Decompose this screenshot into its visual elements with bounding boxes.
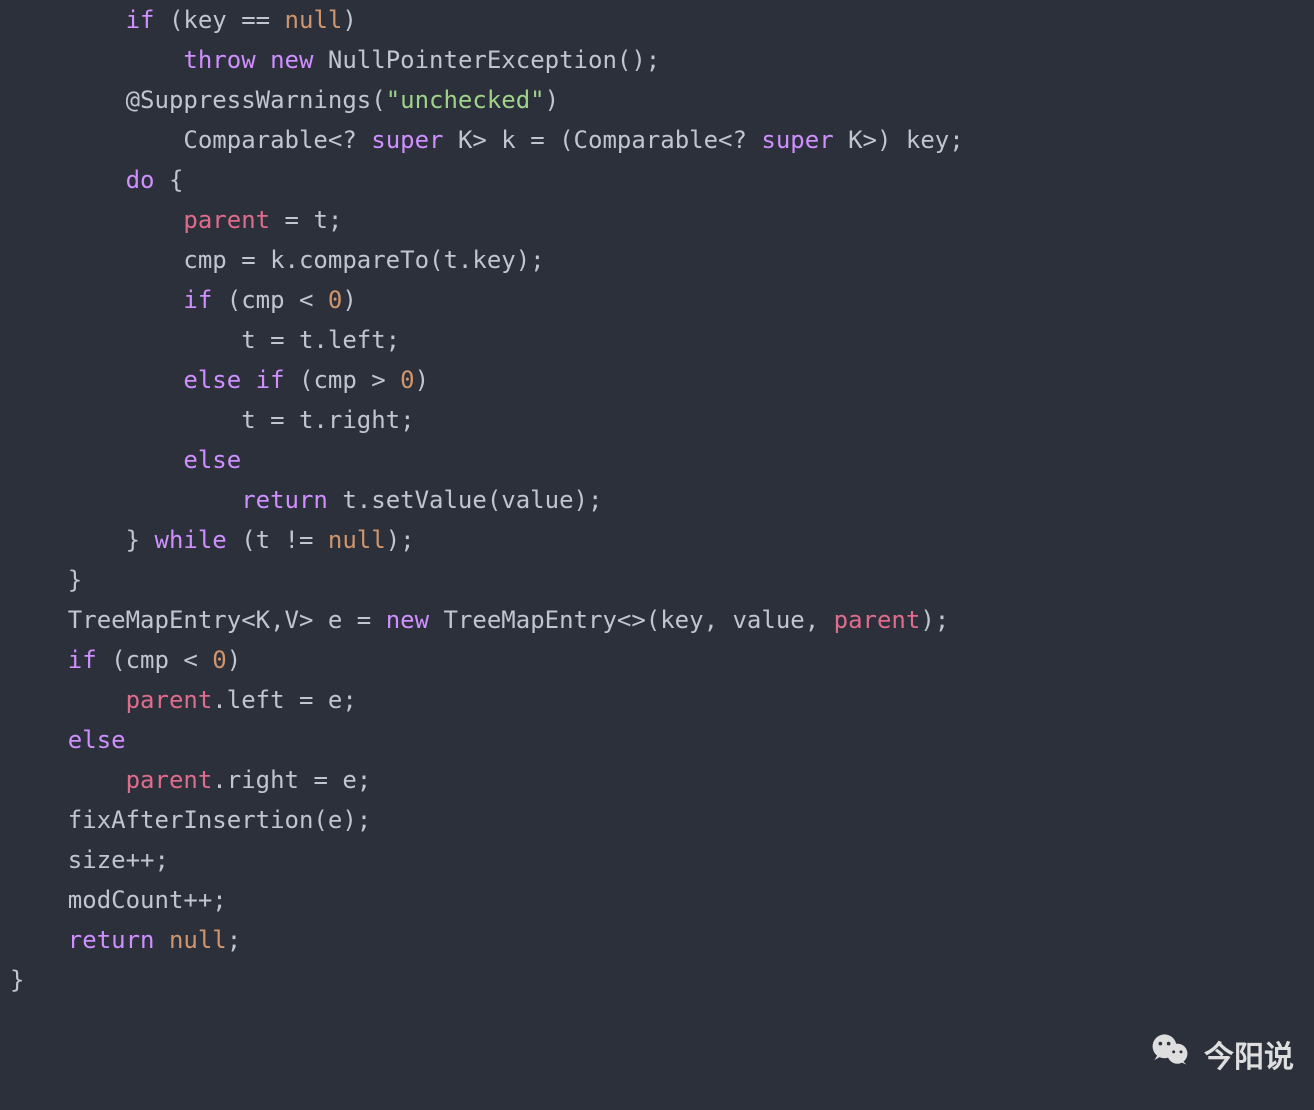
code-token-null: null xyxy=(285,6,343,34)
code-token-p: NullPointerException(); xyxy=(313,46,660,74)
code-token-p: (t != xyxy=(227,526,328,554)
code-token-p: modCount++; xyxy=(68,886,227,914)
code-token-kw: new xyxy=(270,46,313,74)
code-token-kw: else xyxy=(68,726,126,754)
code-line: throw new NullPointerException(); xyxy=(10,46,660,74)
code-token-p: ); xyxy=(386,526,415,554)
code-line: if (key == null) xyxy=(10,6,357,34)
code-token-kw: super xyxy=(371,126,443,154)
code-token-p: .left = e; xyxy=(212,686,357,714)
code-token-kw: return xyxy=(241,486,328,514)
code-line: cmp = k.compareTo(t.key); xyxy=(10,246,545,274)
wechat-icon xyxy=(1148,1028,1192,1080)
code-line: parent = t; xyxy=(10,206,342,234)
code-token-null: null xyxy=(169,926,227,954)
code-token-p: <K,V> e = xyxy=(241,606,386,634)
code-token-var: parent xyxy=(183,206,270,234)
code-line: TreeMapEntry<K,V> e = new TreeMapEntry<>… xyxy=(10,606,949,634)
code-token-str: "unchecked" xyxy=(386,86,545,114)
code-line: @SuppressWarnings("unchecked") xyxy=(10,86,559,114)
code-token-p: K>) key; xyxy=(834,126,964,154)
code-token-p: t = t.left; xyxy=(241,326,400,354)
code-line: parent.left = e; xyxy=(10,686,357,714)
code-token-num: 0 xyxy=(328,286,342,314)
code-token-p: cmp = k.compareTo(t.key); xyxy=(183,246,544,274)
code-token-p xyxy=(155,926,169,954)
code-line: t = t.left; xyxy=(10,326,400,354)
code-line: return t.setValue(value); xyxy=(10,486,602,514)
code-token-kw: super xyxy=(761,126,833,154)
code-token-null: null xyxy=(328,526,386,554)
code-token-var: parent xyxy=(834,606,921,634)
code-line: if (cmp < 0) xyxy=(10,646,241,674)
code-token-kw: while xyxy=(155,526,227,554)
code-line: if (cmp < 0) xyxy=(10,286,357,314)
code-line: else xyxy=(10,446,241,474)
code-token-p: size++; xyxy=(68,846,169,874)
code-line: Comparable<? super K> k = (Comparable<? … xyxy=(10,126,964,154)
code-token-p: ) xyxy=(545,86,559,114)
code-token-p: (cmp > xyxy=(285,366,401,394)
code-token-ann: @SuppressWarnings xyxy=(126,86,372,114)
code-token-var: parent xyxy=(126,766,213,794)
code-token-num: 0 xyxy=(212,646,226,674)
code-token-kw: if xyxy=(183,286,212,314)
code-token-p: } xyxy=(126,526,155,554)
code-token-p: TreeMapEntry<>(key, value, xyxy=(429,606,834,634)
code-token-p: (cmp < xyxy=(212,286,328,314)
code-line: return null; xyxy=(10,926,241,954)
code-token-p: ) xyxy=(227,646,241,674)
code-token-p: ) xyxy=(342,286,356,314)
code-token-p: } xyxy=(10,966,24,994)
code-token-kw: do xyxy=(126,166,155,194)
code-line: } xyxy=(10,566,82,594)
code-token-kw: throw xyxy=(183,46,255,74)
code-token-p: ( xyxy=(371,86,385,114)
code-line: parent.right = e; xyxy=(10,766,371,794)
code-line: } xyxy=(10,966,24,994)
code-token-num: 0 xyxy=(400,366,414,394)
code-token-type: Comparable xyxy=(183,126,328,154)
code-line: else xyxy=(10,726,126,754)
code-token-kw: if xyxy=(256,366,285,394)
code-token-p: { xyxy=(155,166,184,194)
code-line: size++; xyxy=(10,846,169,874)
code-token-p: (cmp < xyxy=(97,646,213,674)
code-token-p: } xyxy=(68,566,82,594)
code-token-p: t.setValue(value); xyxy=(328,486,603,514)
code-token-p: ) xyxy=(342,6,356,34)
code-line: else if (cmp > 0) xyxy=(10,366,429,394)
code-token-kw: return xyxy=(68,926,155,954)
code-token-kw: if xyxy=(68,646,97,674)
code-token-p: fixAfterInsertion(e); xyxy=(68,806,371,834)
code-line: modCount++; xyxy=(10,886,227,914)
code-line: } while (t != null); xyxy=(10,526,415,554)
code-token-p: K> k = (Comparable<? xyxy=(444,126,762,154)
code-token-p: ; xyxy=(227,926,241,954)
watermark-text: 今阳说 xyxy=(1204,1032,1294,1076)
code-token-kw: else xyxy=(183,446,241,474)
code-line: do { xyxy=(10,166,183,194)
code-token-var: parent xyxy=(126,686,213,714)
code-token-kw: else xyxy=(183,366,241,394)
code-token-p: .right = e; xyxy=(212,766,371,794)
code-token-kw: if xyxy=(126,6,155,34)
code-line: fixAfterInsertion(e); xyxy=(10,806,371,834)
code-line: t = t.right; xyxy=(10,406,415,434)
code-token-p xyxy=(241,366,255,394)
code-token-p: (key == xyxy=(155,6,285,34)
code-token-p: = t; xyxy=(270,206,342,234)
code-token-p xyxy=(256,46,270,74)
code-token-p: <? xyxy=(328,126,371,154)
code-token-kw: new xyxy=(386,606,429,634)
code-block: if (key == null) throw new NullPointerEx… xyxy=(0,0,1314,1000)
code-token-p: t = t.right; xyxy=(241,406,414,434)
code-token-type: TreeMapEntry xyxy=(68,606,241,634)
watermark: 今阳说 xyxy=(1148,1028,1294,1080)
code-token-p: ); xyxy=(920,606,949,634)
code-token-p: ) xyxy=(415,366,429,394)
